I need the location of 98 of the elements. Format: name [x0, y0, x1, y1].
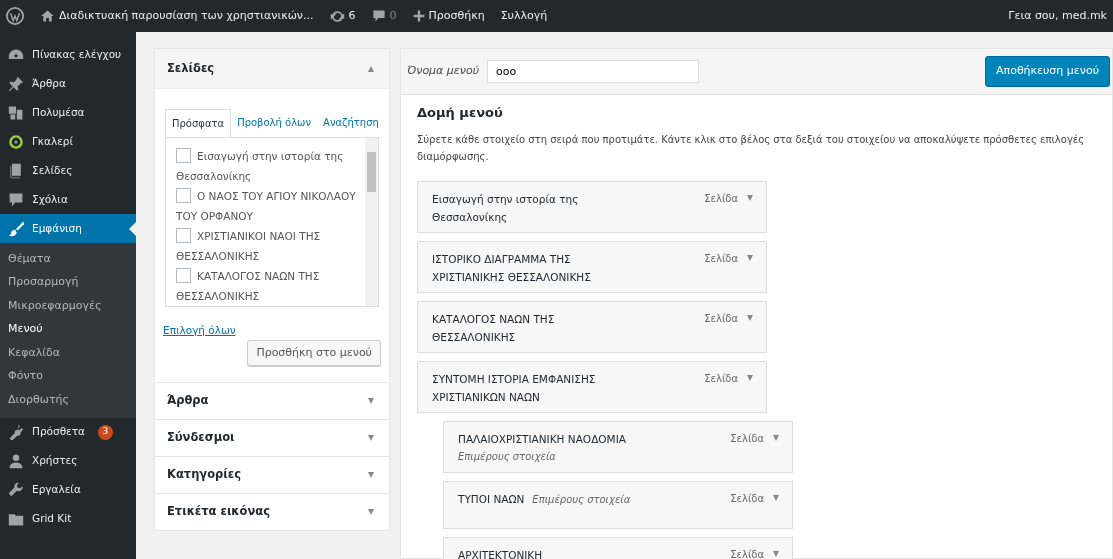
submenu-item[interactable]: Κεφαλίδα: [0, 341, 136, 365]
sidebar-item[interactable]: Άρθρα: [0, 69, 136, 98]
menu-item-type: Σελίδα: [704, 311, 738, 326]
section-title[interactable]: Κατηγορίες: [167, 466, 241, 484]
menu-item-title: ΚΑΤΑΛΟΓΟΣ ΝΑΩΝ ΤΗΣ ΘΕΣΣΑΛΟΝΙΚΗΣ: [432, 312, 555, 343]
expand-arrow-icon[interactable]: [772, 550, 780, 557]
collection-link[interactable]: Συλλογή: [500, 7, 548, 25]
menu-item-card[interactable]: ΚΑΤΑΛΟΓΟΣ ΝΑΩΝ ΤΗΣ ΘΕΣΣΑΛΟΝΙΚΗΣ Σελίδα: [417, 300, 767, 353]
menu-item-type: Σελίδα: [704, 371, 738, 386]
site-title-link[interactable]: Διαδικτυακή παρουσίαση των χρηστιανικών...: [59, 7, 314, 25]
menu-item-type: Σελίδα: [704, 191, 738, 206]
submenu-item[interactable]: Μενού: [0, 317, 136, 341]
menu-item-type: Σελίδα: [730, 431, 764, 446]
expand-arrow-icon[interactable]: [367, 398, 375, 404]
tab[interactable]: Πρόσφατα: [165, 109, 232, 138]
checkbox-label[interactable]: Εισαγωγή στην ιστορία της Θεσσαλονίκης: [176, 146, 360, 186]
checkbox-label[interactable]: ΧΡΙΣΤΙΑΝΙΚΟΙ ΝΑΟΙ ΤΗΣ ΘΕΣΣΑΛΟΝΙΚΗΣ: [176, 226, 360, 266]
menu-name-label: Όνομα μενού: [407, 63, 480, 80]
collapse-arrow-icon[interactable]: [367, 65, 375, 72]
brush-icon: [8, 220, 24, 237]
add-to-menu-button[interactable]: Προσθήκη στο μενού: [247, 339, 381, 366]
home-icon[interactable]: [40, 9, 55, 23]
menu-item-title: ΙΣΤΟΡΙΚΟ ΔΙΑΓΡΑΜΜΑ ΤΗΣ ΧΡΙΣΤΙΑΝΙΚΗΣ ΘΕΣΣΑΛΟΝΙΚΗΣ: [432, 252, 591, 283]
tab[interactable]: Αναζήτηση: [317, 109, 385, 137]
checkbox[interactable]: [176, 228, 191, 243]
sidebar-item[interactable]: Grid Kit: [0, 504, 136, 534]
menu-item-type: Σελίδα: [704, 251, 738, 266]
submenu-item[interactable]: Μικροεφαρμογές: [0, 294, 136, 318]
menu-item-type: Σελίδα: [730, 547, 764, 559]
submenu-item[interactable]: Φόντο: [0, 364, 136, 388]
select-all-link[interactable]: Επιλογή όλων: [163, 324, 236, 336]
update-count: 6: [348, 7, 356, 24]
expand-arrow-icon[interactable]: [746, 254, 754, 261]
submenu-item[interactable]: Προσαρμογή: [0, 270, 136, 294]
menu-item-sublabel: Επιμέρους στοιχεία: [458, 449, 557, 464]
checkbox-label[interactable]: ΚΑΤΑΛΟΓΟΣ ΝΑΩΝ ΤΗΣ ΘΕΣΣΑΛΟΝΙΚΗΣ: [176, 266, 360, 306]
menu-item-card[interactable]: ΤΥΠΟΙ ΝΑΩΝ Επιμέρους στοιχεία Σελίδα: [443, 480, 793, 529]
sidebar-item[interactable]: Εμφάνιση: [0, 214, 136, 243]
folder-icon: [8, 511, 24, 527]
menu-item-card[interactable]: ΣΥΝΤΟΜΗ ΙΣΤΟΡΙΑ ΕΜΦΑΝΙΣΗΣ ΧΡΙΣΤΙΑΝΙΚΩΝ ΝΑΩΝ Σελίδα: [417, 360, 767, 413]
sidebar-item[interactable]: Πίνακας ελέγχου: [0, 40, 136, 69]
pages-icon: [8, 162, 24, 179]
save-menu-button[interactable]: Αποθήκευση μενού: [985, 56, 1110, 87]
sidebar-item[interactable]: Γκαλερί: [0, 127, 136, 156]
submenu-item[interactable]: Θέματα: [0, 247, 136, 271]
section-heading: Δομή μενού: [417, 104, 504, 122]
sidebar-item[interactable]: Σελίδες: [0, 156, 136, 185]
menu-item-type: Σελίδα: [730, 491, 764, 506]
comment-icon: [8, 191, 24, 208]
section-title[interactable]: Άρθρα: [167, 392, 209, 410]
plus-icon[interactable]: [412, 10, 425, 22]
tab[interactable]: Προβολή όλων: [231, 109, 318, 137]
checkbox[interactable]: [176, 268, 191, 283]
wrench-icon: [8, 482, 24, 498]
media-icon: [8, 104, 24, 121]
menu-item-title: ΑΡΧΙΤΕΚΤΟΝΙΚΗ: [458, 548, 543, 559]
section-title[interactable]: Σελίδες: [167, 59, 215, 78]
refresh-icon[interactable]: [329, 8, 345, 24]
greeting-link[interactable]: Γεια σου, med.mk: [1008, 7, 1107, 25]
menu-item-title: ΠΑΛΑΙΟΧΡΙΣΤΙΑΝΙΚΗ ΝΑΟΔΟΜΙΑ: [458, 432, 626, 445]
expand-arrow-icon[interactable]: [746, 194, 754, 201]
comment-icon[interactable]: [371, 9, 386, 23]
menu-item-card[interactable]: ΑΡΧΙΤΕΚΤΟΝΙΚΗ Σελίδα: [443, 536, 793, 559]
sidebar-item[interactable]: Πολυμέσα: [0, 98, 136, 127]
count-badge: 3: [98, 424, 113, 440]
menu-item-title: ΤΥΠΟΙ ΝΑΩΝ: [458, 492, 525, 505]
expand-arrow-icon[interactable]: [367, 435, 375, 441]
checkbox-label[interactable]: Ο ΝΑΟΣ ΤΟΥ ΑΓΙΟΥ ΝΙΚΟΛΑΟΥ ΤΟΥ ΟΡΦΑΝΟΥ: [176, 186, 360, 226]
menu-name-field[interactable]: ooo: [487, 60, 700, 83]
scrollbar[interactable]: [365, 138, 378, 306]
sidebar-item[interactable]: Εργαλεία: [0, 475, 136, 505]
menu-item-title: Εισαγωγή στην ιστορία της Θεσσαλονίκης: [432, 192, 579, 223]
submenu-item[interactable]: Διορθωτής: [0, 388, 136, 412]
expand-arrow-icon[interactable]: [772, 434, 780, 441]
sidebar-item[interactable]: Σχόλια: [0, 185, 136, 214]
gallery-ring-icon: [8, 133, 24, 150]
expand-arrow-icon[interactable]: [367, 509, 375, 515]
new-content-link[interactable]: Προσθήκη: [428, 7, 485, 25]
section-title[interactable]: Σύνδεσμοι: [167, 429, 235, 447]
expand-arrow-icon[interactable]: [746, 374, 754, 381]
sidebar-item[interactable]: Χρήστες: [0, 446, 136, 476]
menu-item-title: ΣΥΝΤΟΜΗ ΙΣΤΟΡΙΑ ΕΜΦΑΝΙΣΗΣ ΧΡΙΣΤΙΑΝΙΚΩΝ ΝΑΩΝ: [432, 372, 596, 403]
instructions-text: Σύρετε κάθε στοιχείο στη σειρά που προτιμάτε. Κάντε κλικ στο βέλος στα δεξιά του στοιχείου να αποκαλύψετε πρόσθετες επιλογές διαμόρφωσης.: [417, 132, 1086, 164]
pin-icon: [8, 75, 24, 92]
menu-item-card[interactable]: ΠΑΛΑΙΟΧΡΙΣΤΙΑΝΙΚΗ ΝΑΟΔΟΜΙΑ Επιμέρους στοιχεία Σελίδα: [443, 420, 793, 473]
menu-item-card[interactable]: ΙΣΤΟΡΙΚΟ ΔΙΑΓΡΑΜΜΑ ΤΗΣ ΧΡΙΣΤΙΑΝΙΚΗΣ ΘΕΣΣΑΛΟΝΙΚΗΣ Σελίδα: [417, 240, 767, 293]
wordpress-logo-icon[interactable]: [6, 7, 24, 25]
menu-item-sublabel: Επιμέρους στοιχεία: [532, 493, 631, 505]
comment-count: 0: [389, 7, 397, 24]
checkbox[interactable]: [176, 148, 191, 163]
expand-arrow-icon[interactable]: [746, 314, 754, 321]
sidebar-item[interactable]: Πρόσθετα 3: [0, 417, 136, 447]
menu-item-card[interactable]: Εισαγωγή στην ιστορία της Θεσσαλονίκης Σελίδα: [417, 180, 767, 233]
user-icon: [8, 453, 24, 469]
expand-arrow-icon[interactable]: [367, 472, 375, 478]
expand-arrow-icon[interactable]: [772, 494, 780, 501]
plug-icon: [8, 424, 24, 440]
checkbox[interactable]: [176, 188, 191, 203]
